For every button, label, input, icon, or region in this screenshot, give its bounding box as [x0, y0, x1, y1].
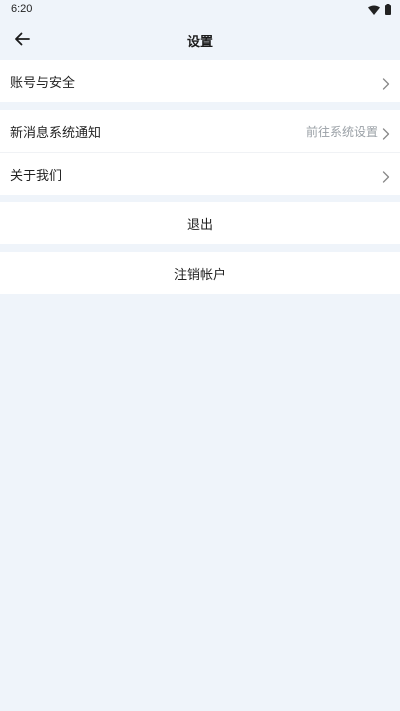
- chevron-right-icon: [382, 75, 390, 90]
- wifi-icon: [368, 0, 380, 19]
- status-time: 6:20: [11, 3, 33, 15]
- logout-card: 退出: [0, 202, 400, 244]
- logout-button[interactable]: 退出: [0, 202, 400, 244]
- page-title: 设置: [186, 35, 213, 50]
- notifications-right: 前往系统设置: [306, 123, 390, 140]
- header: 设置: [0, 18, 400, 60]
- notifications-row[interactable]: 新消息系统通知 前往系统设置: [0, 110, 400, 152]
- chevron-right-icon: [382, 168, 390, 183]
- notifications-label: 新消息系统通知: [10, 125, 102, 141]
- about-label: 关于我们: [10, 168, 63, 184]
- delete-account-button[interactable]: 注销帐户: [0, 252, 400, 294]
- about-row[interactable]: 关于我们: [0, 152, 400, 195]
- settings-card: 新消息系统通知 前往系统设置 关于我们: [0, 110, 400, 195]
- status-icons: [368, 3, 391, 15]
- account-security-label: 账号与安全: [10, 75, 76, 91]
- battery-icon: [385, 0, 391, 19]
- notifications-hint: 前往系统设置: [305, 124, 378, 139]
- account-security-row[interactable]: 账号与安全: [0, 60, 400, 102]
- account-card: 账号与安全: [0, 60, 400, 102]
- chevron-right-icon: [382, 125, 390, 140]
- delete-account-card: 注销帐户: [0, 252, 400, 294]
- account-security-right: [382, 75, 390, 90]
- status-bar: 6:20: [0, 0, 400, 18]
- about-right: [382, 168, 390, 183]
